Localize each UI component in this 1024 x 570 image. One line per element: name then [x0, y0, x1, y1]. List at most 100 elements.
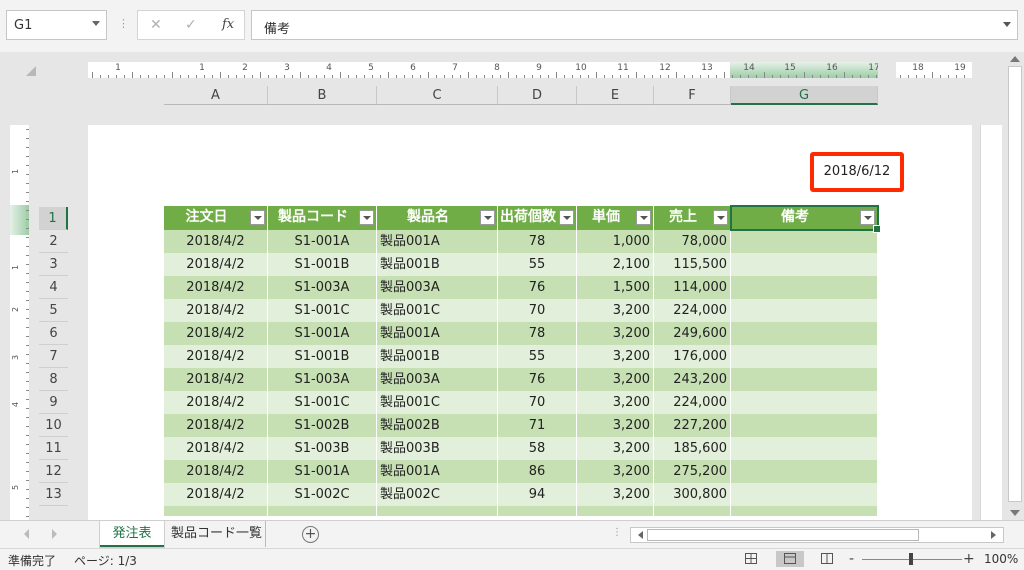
row-header-13[interactable]: 13: [39, 483, 68, 506]
date-cell-highlight[interactable]: 2018/6/12: [810, 152, 904, 192]
table-cell[interactable]: 2018/4/2: [164, 391, 268, 414]
table-cell[interactable]: 70: [498, 299, 577, 322]
table-cell[interactable]: S1-001B: [268, 253, 377, 276]
scroll-up-icon[interactable]: [1010, 56, 1020, 62]
table-header-cell[interactable]: 製品コード: [268, 206, 377, 230]
row-header-9[interactable]: 9: [39, 391, 68, 414]
row-header-5[interactable]: 5: [39, 299, 68, 322]
table-cell[interactable]: 3,200: [577, 345, 654, 368]
table-cell[interactable]: 製品001A: [377, 230, 498, 253]
table-cell[interactable]: 78,000: [654, 230, 731, 253]
table-cell[interactable]: 76: [498, 368, 577, 391]
table-cell[interactable]: S1-002C: [268, 483, 377, 506]
table-cell[interactable]: 3,200: [577, 414, 654, 437]
row-header-8[interactable]: 8: [39, 368, 68, 391]
row-header-7[interactable]: 7: [39, 345, 68, 368]
table-cell[interactable]: 55: [498, 253, 577, 276]
zoom-level[interactable]: 100%: [984, 552, 1018, 566]
formula-input[interactable]: 備考: [251, 10, 1018, 40]
table-cell[interactable]: [731, 483, 878, 506]
table-cell[interactable]: S1-001A: [268, 322, 377, 345]
table-cell[interactable]: 3,200: [577, 322, 654, 345]
page-layout-view-button[interactable]: [776, 551, 804, 567]
table-cell[interactable]: 製品003A: [377, 276, 498, 299]
table-cell[interactable]: 114,000: [654, 276, 731, 299]
table-cell[interactable]: 115,500: [654, 253, 731, 276]
scroll-down-icon[interactable]: [1010, 510, 1020, 516]
table-cell[interactable]: 275,200: [654, 460, 731, 483]
table-cell[interactable]: 2018/4/2: [164, 345, 268, 368]
column-header-a[interactable]: A: [164, 86, 268, 105]
filter-dropdown-icon[interactable]: [480, 210, 495, 225]
table-cell[interactable]: 3,200: [577, 368, 654, 391]
table-cell[interactable]: 3,200: [577, 460, 654, 483]
table-cell[interactable]: 製品001A: [377, 460, 498, 483]
enter-icon[interactable]: ✓: [185, 17, 197, 33]
table-header-cell[interactable]: 出荷個数: [498, 206, 577, 230]
filter-dropdown-icon[interactable]: [250, 210, 265, 225]
zoom-in-button[interactable]: +: [963, 551, 975, 567]
horizontal-scrollbar[interactable]: [630, 527, 1004, 543]
table-cell[interactable]: 94: [498, 483, 577, 506]
table-cell[interactable]: 2018/4/2: [164, 483, 268, 506]
table-cell[interactable]: 2018/4/2: [164, 253, 268, 276]
table-cell[interactable]: 1,500: [577, 276, 654, 299]
vertical-scrollbar[interactable]: [1006, 52, 1024, 520]
row-header-1[interactable]: 1: [39, 207, 68, 230]
table-cell[interactable]: 製品003A: [377, 368, 498, 391]
table-cell[interactable]: [731, 276, 878, 299]
table-cell[interactable]: 2,100: [577, 253, 654, 276]
page-break-view-button[interactable]: [818, 551, 836, 567]
cancel-icon[interactable]: ✕: [150, 17, 162, 33]
column-header-f[interactable]: F: [654, 86, 731, 105]
table-cell[interactable]: 製品001C: [377, 391, 498, 414]
table-cell[interactable]: S1-003A: [268, 276, 377, 299]
row-header-12[interactable]: 12: [39, 460, 68, 483]
table-cell[interactable]: 2018/4/2: [164, 368, 268, 391]
table-cell[interactable]: 2018/4/2: [164, 230, 268, 253]
row-header-6[interactable]: 6: [39, 322, 68, 345]
table-cell[interactable]: 71: [498, 414, 577, 437]
next-sheet-icon[interactable]: [52, 529, 57, 539]
column-header-b[interactable]: B: [268, 86, 377, 105]
drag-handle-icon[interactable]: ⋮: [118, 17, 129, 30]
row-header-10[interactable]: 10: [39, 414, 68, 437]
row-header-2[interactable]: 2: [39, 230, 68, 253]
table-cell[interactable]: 製品002B: [377, 414, 498, 437]
row-header-3[interactable]: 3: [39, 253, 68, 276]
table-cell[interactable]: 2018/4/2: [164, 276, 268, 299]
column-header-e[interactable]: E: [577, 86, 654, 105]
scroll-left-icon[interactable]: [635, 531, 643, 539]
table-cell[interactable]: [731, 414, 878, 437]
table-cell[interactable]: S1-001C: [268, 391, 377, 414]
column-header-d[interactable]: D: [498, 86, 577, 105]
table-cell[interactable]: 製品001A: [377, 322, 498, 345]
table-cell[interactable]: 2018/4/2: [164, 437, 268, 460]
tab-splitter-icon[interactable]: ⋮: [612, 527, 622, 538]
table-cell[interactable]: [731, 437, 878, 460]
table-cell[interactable]: S1-001C: [268, 299, 377, 322]
row-header-4[interactable]: 4: [39, 276, 68, 299]
table-cell[interactable]: [731, 345, 878, 368]
table-cell[interactable]: 76: [498, 276, 577, 299]
table-cell[interactable]: S1-003A: [268, 368, 377, 391]
table-header-cell[interactable]: 単価: [577, 206, 654, 230]
table-cell[interactable]: 224,000: [654, 299, 731, 322]
table-cell[interactable]: 176,000: [654, 345, 731, 368]
table-cell[interactable]: 2018/4/2: [164, 460, 268, 483]
name-box[interactable]: G1: [6, 10, 107, 40]
zoom-slider-thumb[interactable]: [909, 553, 913, 565]
column-header-c[interactable]: C: [377, 86, 498, 105]
table-cell[interactable]: 製品002C: [377, 483, 498, 506]
table-cell[interactable]: 製品003B: [377, 437, 498, 460]
table-cell[interactable]: 2018/4/2: [164, 299, 268, 322]
table-cell[interactable]: [731, 322, 878, 345]
table-header-cell[interactable]: 製品名: [377, 206, 498, 230]
table-cell[interactable]: 78: [498, 322, 577, 345]
scroll-right-icon[interactable]: [991, 531, 999, 539]
table-cell[interactable]: 78: [498, 230, 577, 253]
sheet-tab-orders[interactable]: 発注表: [100, 521, 164, 547]
active-cell-selection[interactable]: [730, 205, 881, 233]
table-cell[interactable]: 55: [498, 345, 577, 368]
add-sheet-icon[interactable]: +: [302, 526, 319, 543]
